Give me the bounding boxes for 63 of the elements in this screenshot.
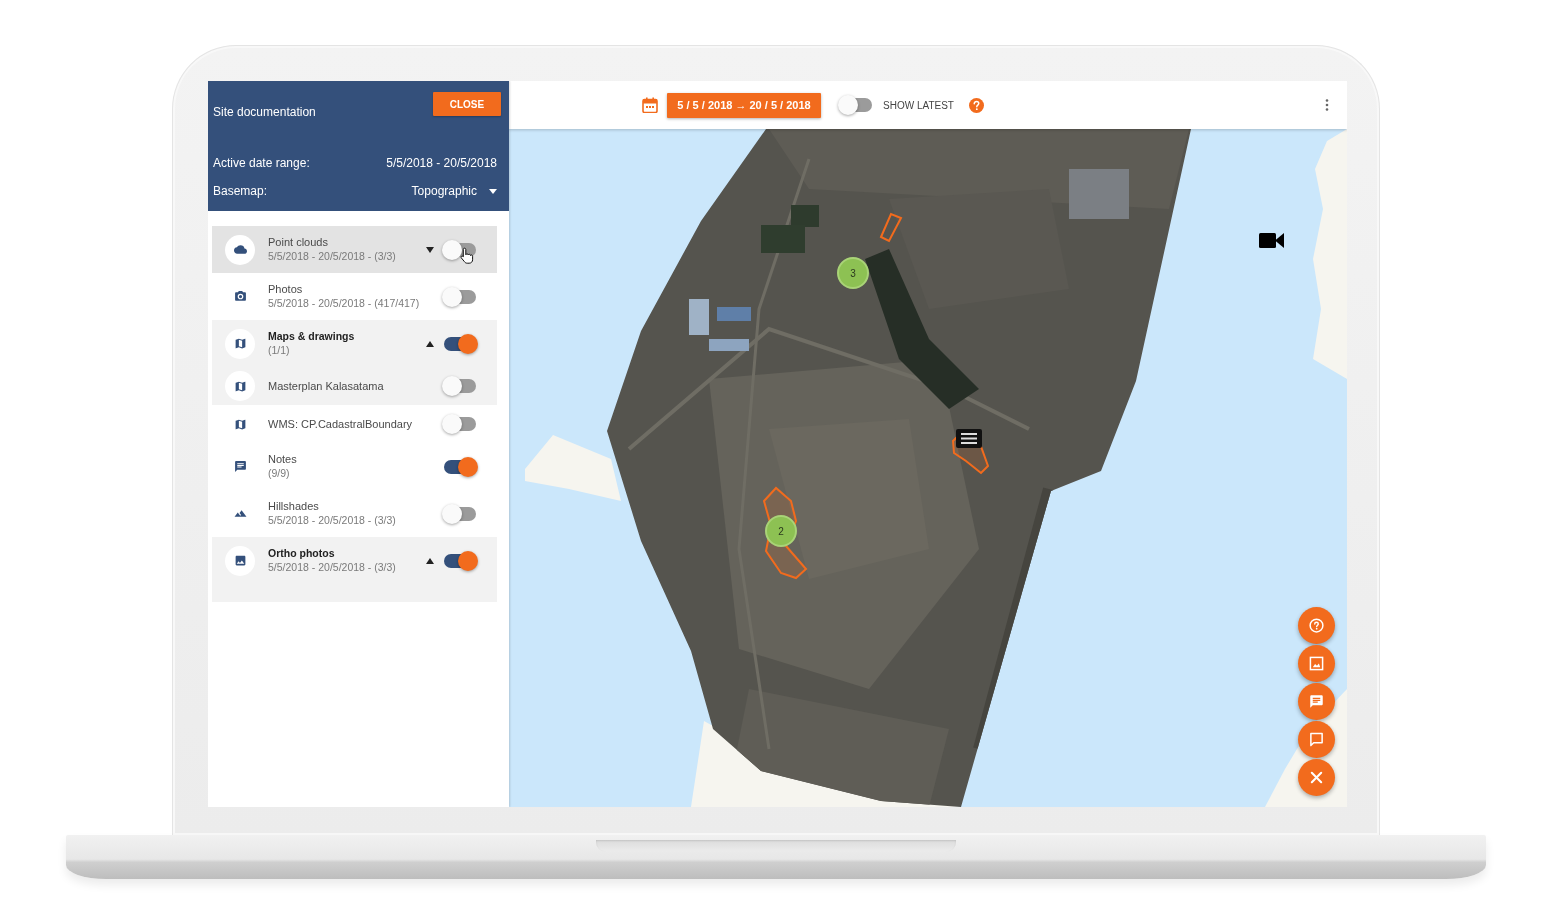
layer-subtitle: 5/5/2018 - 20/5/2018 - (3/3) (268, 514, 397, 527)
caret-up-icon[interactable] (426, 340, 434, 347)
layer-title: Photos (268, 283, 304, 296)
toggle-switch[interactable] (442, 333, 478, 354)
map-icon (225, 371, 255, 401)
calendar-icon[interactable] (642, 97, 658, 113)
caret-down-icon (489, 188, 497, 194)
panel-title: Site documentation (213, 105, 316, 119)
video-camera-icon[interactable] (1259, 233, 1284, 248)
date-range-label: Active date range: (213, 156, 310, 170)
camera-icon (233, 290, 247, 303)
toggle-switch[interactable] (442, 550, 478, 571)
toggle-switch[interactable] (442, 414, 478, 434)
help-icon (1309, 618, 1324, 633)
cluster-marker[interactable]: 2 (765, 515, 797, 547)
hand-cursor-icon (460, 246, 474, 265)
comment-icon (1309, 732, 1324, 747)
basemap-dropdown[interactable]: Topographic (411, 184, 497, 198)
close-icon (1309, 770, 1324, 785)
caret-down-icon[interactable] (426, 246, 434, 253)
toggle-switch[interactable] (442, 376, 478, 396)
map-icon (225, 328, 255, 359)
layer-subtitle: 5/5/2018 - 20/5/2018 - (3/3) (268, 561, 397, 574)
toggle-switch[interactable] (442, 456, 478, 477)
building (689, 299, 709, 335)
layer-row[interactable]: Maps & drawings (1/1) (212, 320, 497, 367)
cloud-icon (225, 234, 255, 265)
basemap-label: Basemap: (213, 184, 268, 198)
show-latest-label: SHOW LATEST (883, 99, 954, 111)
building (717, 307, 751, 321)
layer-subtitle: 5/5/2018 - 20/5/2018 - (417/417) (268, 297, 421, 310)
note-icon (233, 460, 247, 473)
layer-title: Maps & drawings (268, 330, 356, 343)
caret-up-icon[interactable] (426, 557, 434, 564)
layer-title: Masterplan Kalasatama (268, 379, 385, 393)
toggle-switch[interactable] (442, 503, 478, 524)
pond (761, 205, 819, 253)
layer-row[interactable]: Point clouds 5/5/2018 - 20/5/2018 - (3/3) (212, 226, 497, 273)
layer-subtitle: (9/9) (268, 467, 291, 480)
layer-title: Notes (268, 453, 298, 466)
toggle-switch[interactable] (838, 95, 874, 115)
layer-row[interactable]: Ortho photos 5/5/2018 - 20/5/2018 - (3/3) (212, 537, 497, 584)
layer-title: Hillshades (268, 500, 320, 513)
image-icon (1309, 656, 1324, 671)
layer-row[interactable]: Masterplan Kalasatama (212, 367, 497, 405)
layer-title: Point clouds (268, 236, 329, 249)
layer-subtitle: 5/5/2018 - 20/5/2018 - (3/3) (268, 250, 397, 263)
note-icon (1309, 694, 1324, 709)
note-marker-icon[interactable] (956, 429, 982, 448)
cluster-marker[interactable]: 3 (837, 257, 869, 289)
toggle-switch[interactable] (442, 286, 478, 307)
building (1069, 169, 1129, 219)
layer-title: WMS: CP.CadastralBoundary (268, 417, 414, 431)
help-icon[interactable] (968, 97, 984, 113)
layer-title: Ortho photos (268, 547, 336, 560)
date-range-value: 5/5/2018 - 20/5/2018 (386, 156, 497, 170)
layer-subtitle: (1/1) (268, 344, 291, 357)
map-icon (233, 417, 247, 431)
more-options-icon[interactable] (1325, 99, 1329, 111)
area-outline (879, 212, 903, 243)
mountains-icon (233, 507, 247, 520)
image-icon (225, 545, 255, 576)
building (709, 339, 749, 351)
